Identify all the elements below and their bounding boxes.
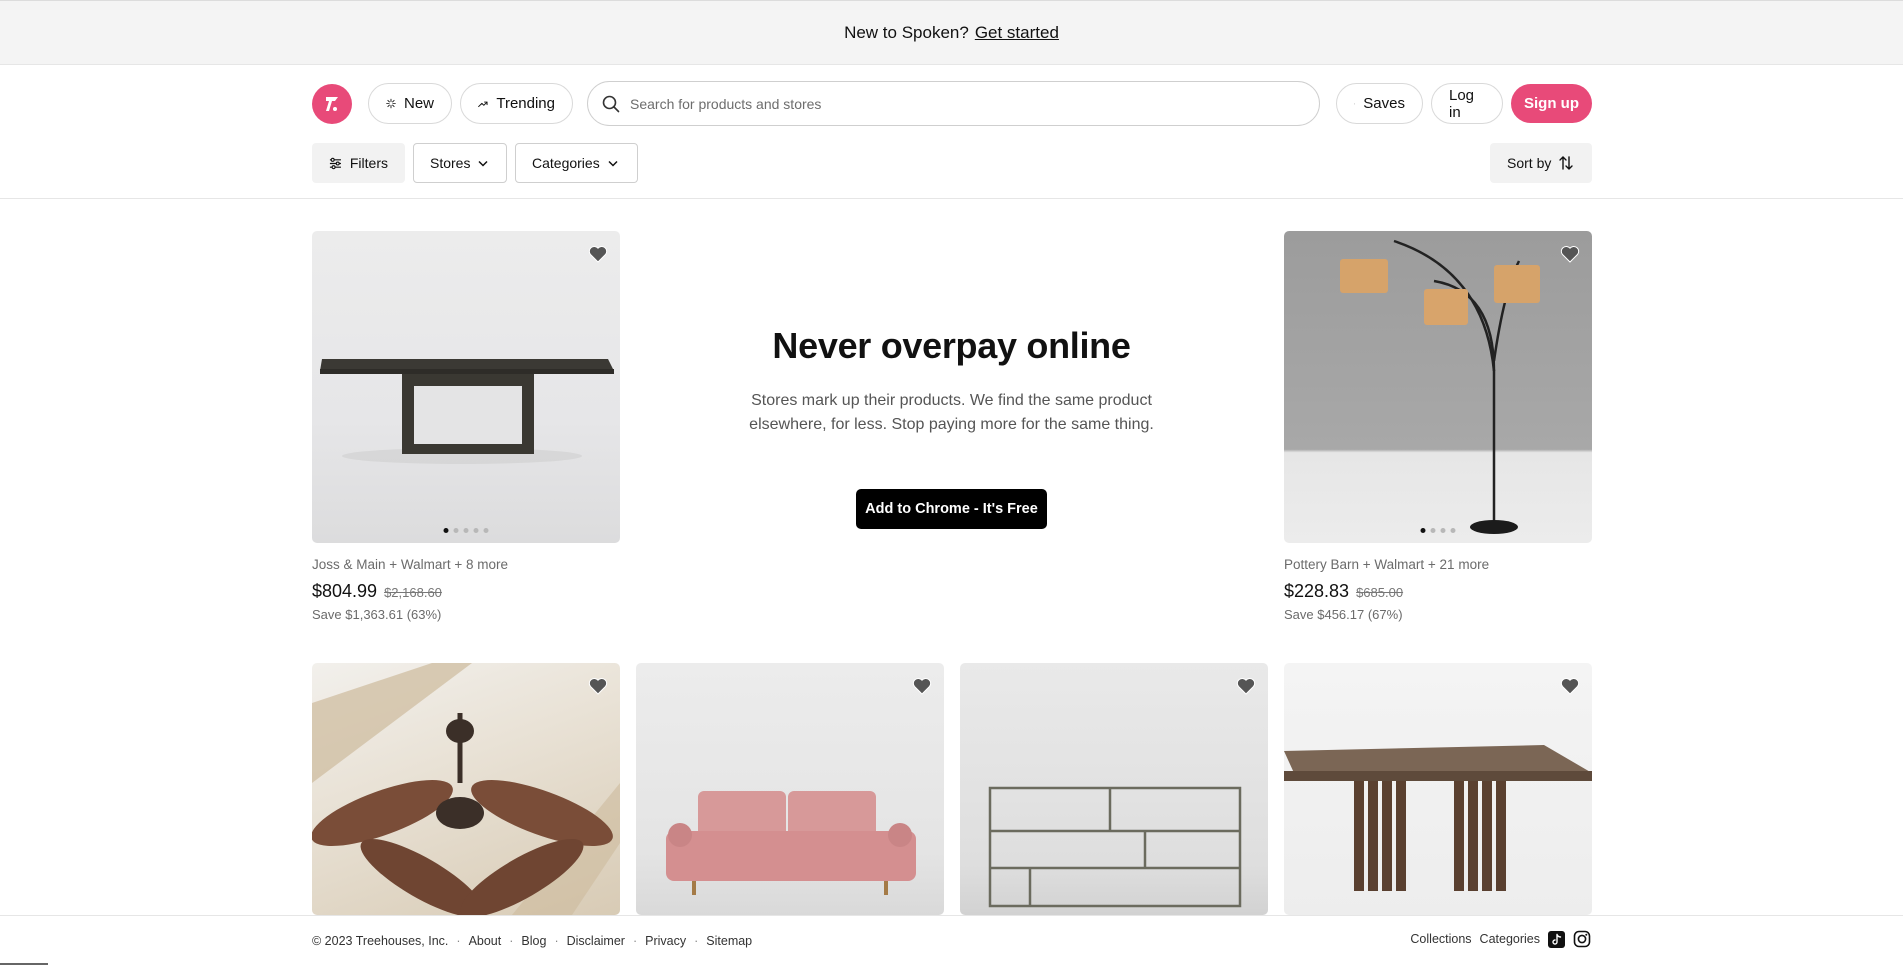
footer-link-blog[interactable]: Blog [521, 934, 546, 948]
separator: · [456, 934, 461, 948]
product-image[interactable] [312, 231, 620, 543]
lamp-illustration [1340, 239, 1540, 534]
login-label: Log in [1449, 86, 1475, 121]
sort-button[interactable]: Sort by [1490, 143, 1592, 183]
instagram-icon[interactable] [1573, 930, 1591, 948]
search-bar[interactable] [587, 81, 1320, 126]
heart-icon[interactable] [588, 245, 608, 263]
header: New Trending Saves Log in Sign up [0, 65, 1903, 199]
product-image[interactable] [1284, 663, 1592, 915]
sort-label: Sort by [1507, 155, 1552, 171]
categories-dropdown[interactable]: Categories [515, 143, 638, 183]
categories-label: Categories [532, 155, 600, 171]
footer-link-collections[interactable]: Collections [1410, 932, 1471, 946]
logo-icon [326, 97, 338, 111]
get-started-link[interactable]: Get started [975, 23, 1059, 43]
separator: · [509, 934, 514, 948]
footer-link-privacy[interactable]: Privacy [645, 934, 686, 948]
table-illustration [320, 359, 614, 464]
add-to-chrome-button[interactable]: Add to Chrome - It's Free [856, 489, 1047, 529]
separator: · [694, 934, 699, 948]
hero-title: Never overpay online [772, 325, 1131, 366]
signup-button[interactable]: Sign up [1511, 84, 1592, 123]
product-image[interactable] [636, 663, 944, 915]
footer-link-disclaimer[interactable]: Disclaimer [567, 934, 625, 948]
product-price: $228.83 [1284, 581, 1350, 601]
stores-dropdown[interactable]: Stores [413, 143, 507, 183]
product-image[interactable] [1284, 231, 1592, 543]
heart-icon[interactable] [912, 677, 932, 695]
stores-label: Stores [430, 155, 471, 171]
trending-button[interactable]: Trending [460, 83, 573, 124]
heart-icon[interactable] [1560, 677, 1580, 695]
product-savings: Save $1,363.61 (63%) [312, 607, 442, 622]
product-price: $804.99 [312, 581, 378, 601]
sort-arrows-icon [1559, 156, 1574, 170]
sliders-icon [329, 157, 341, 169]
carousel-dots[interactable] [1420, 528, 1456, 533]
pink-sofa-illustration [666, 791, 916, 895]
product-original-price: $2,168.60 [384, 585, 442, 600]
wood-table-illustration [1284, 745, 1592, 891]
banner-text: New to Spoken? [844, 22, 969, 42]
product-card[interactable]: Pottery Barn + Walmart + 21 more $228.83… [1284, 231, 1592, 622]
product-card[interactable] [1284, 663, 1592, 915]
saves-button[interactable]: Saves [1336, 83, 1423, 124]
signup-banner: New to Spoken? Get started [0, 0, 1903, 65]
product-image[interactable] [312, 663, 620, 915]
footer-link-about[interactable]: About [469, 934, 502, 948]
carousel-dots[interactable] [443, 528, 489, 533]
tiktok-icon[interactable] [1548, 930, 1565, 948]
signup-label: Sign up [1524, 95, 1579, 112]
product-savings: Save $456.17 (67%) [1284, 607, 1403, 622]
heart-icon[interactable] [588, 677, 608, 695]
footer-link-sitemap[interactable]: Sitemap [706, 934, 752, 948]
glass-shelf-illustration [988, 786, 1242, 908]
saves-label: Saves [1363, 95, 1405, 112]
trending-label: Trending [496, 95, 555, 112]
new-label: New [403, 95, 434, 112]
sparkle-icon [386, 98, 396, 109]
heart-icon[interactable] [1236, 677, 1256, 695]
heart-icon[interactable] [1560, 245, 1580, 263]
product-card[interactable] [312, 663, 620, 915]
trending-up-icon [478, 101, 488, 107]
product-image[interactable] [960, 663, 1268, 915]
filters-button[interactable]: Filters [312, 143, 405, 183]
logo[interactable] [312, 84, 352, 124]
search-icon [602, 95, 620, 112]
product-card[interactable] [636, 663, 944, 915]
footer-link-categories[interactable]: Categories [1480, 932, 1540, 946]
chevron-down-icon [478, 160, 488, 167]
separator: · [554, 934, 559, 948]
filters-label: Filters [349, 155, 388, 171]
ceiling-fan-illustration [312, 663, 620, 915]
heart-outline-icon [1354, 102, 1356, 105]
new-button[interactable]: New [368, 83, 452, 124]
hero: Never overpay online Stores mark up thei… [720, 325, 1183, 437]
chevron-down-icon [608, 160, 618, 167]
product-stores: Pottery Barn + Walmart + 21 more [1284, 557, 1490, 572]
hero-description: Stores mark up their products. We find t… [749, 392, 1154, 433]
product-card[interactable] [960, 663, 1268, 915]
separator: · [632, 934, 638, 948]
product-card[interactable]: Joss & Main + Walmart + 8 more $804.99 $… [312, 231, 620, 622]
copyright: © 2023 Treehouses, Inc. [312, 934, 449, 948]
product-stores: Joss & Main + Walmart + 8 more [312, 557, 509, 572]
footer: © 2023 Treehouses, Inc. · About · Blog ·… [0, 915, 1903, 965]
product-original-price: $685.00 [1356, 585, 1404, 600]
login-button[interactable]: Log in [1431, 83, 1503, 124]
search-input[interactable] [630, 95, 1270, 112]
